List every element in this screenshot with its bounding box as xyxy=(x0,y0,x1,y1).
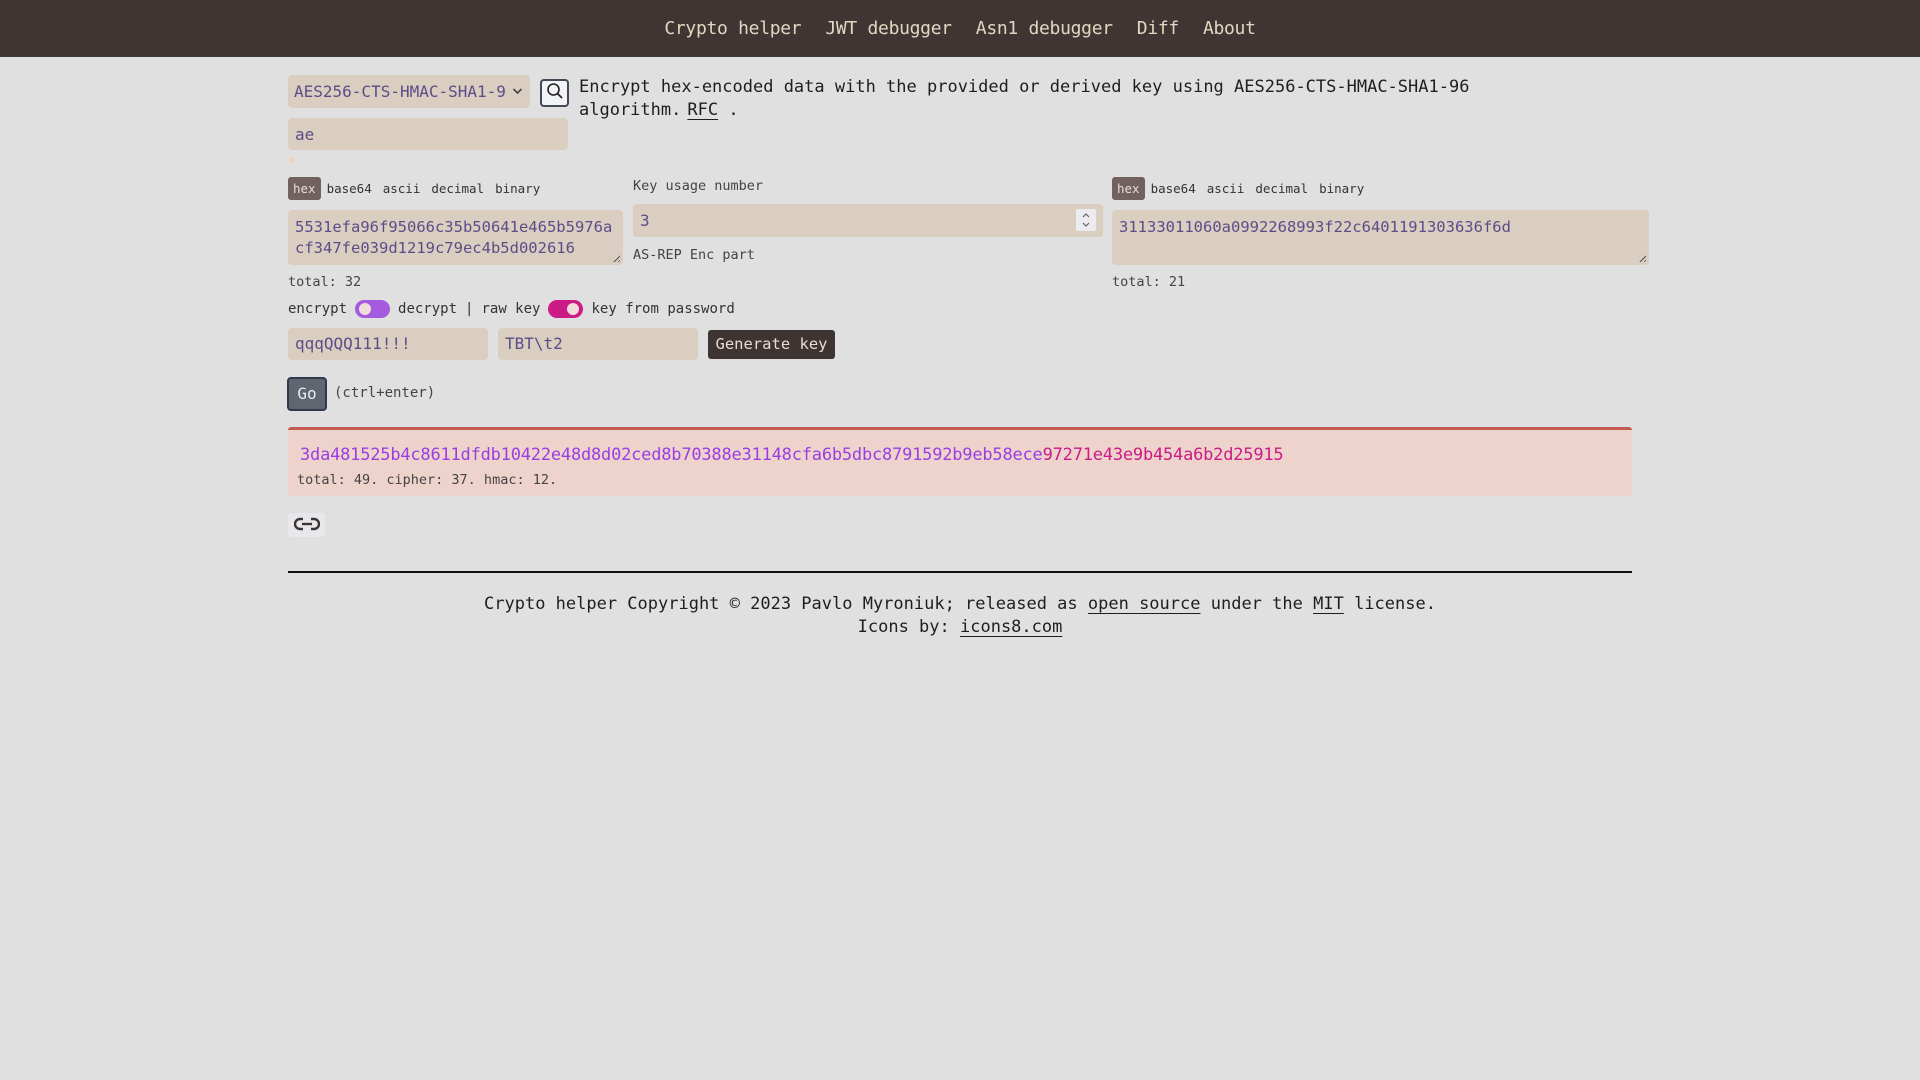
input-data-value: 5531efa96f95066c35b50641e465b5976acf347f… xyxy=(295,218,613,257)
result-hmac: 97271e43e9b454a6b2d25915 xyxy=(1042,445,1284,465)
input-format-ascii[interactable]: ascii xyxy=(378,177,426,200)
salt-input[interactable] xyxy=(498,328,698,360)
result-hex[interactable]: 3da481525b4c8611dfdb10422e48d8d02ced8b70… xyxy=(300,445,1284,465)
input-format-hex[interactable]: hex xyxy=(288,177,321,200)
chevron-down-icon xyxy=(512,75,523,108)
description-suffix: . xyxy=(728,100,739,120)
footer-copyright: Crypto helper Copyright © 2023 Pavlo Myr… xyxy=(484,594,1078,614)
generate-key-button[interactable]: Generate key xyxy=(708,330,835,359)
footer-line-2: Icons by: icons8.com xyxy=(0,616,1920,639)
payload-textarea[interactable]: 31133011060a0992268993f22c6401191303636f… xyxy=(1112,210,1649,265)
resize-handle[interactable] xyxy=(1637,253,1646,262)
separator: | xyxy=(465,301,474,317)
result-cipher: 3da481525b4c8611dfdb10422e48d8d02ced8b70… xyxy=(300,445,1043,465)
input-format-tabs: hex base64 ascii decimal binary xyxy=(288,177,546,200)
go-shortcut-hint: (ctrl+enter) xyxy=(334,385,436,401)
top-nav: Crypto helper JWT debugger Asn1 debugger… xyxy=(0,0,1920,57)
password-input[interactable] xyxy=(288,328,488,360)
output-format-decimal[interactable]: decimal xyxy=(1250,177,1313,200)
algorithm-search-button[interactable] xyxy=(540,79,569,107)
resize-handle[interactable] xyxy=(611,253,620,262)
result-box: 3da481525b4c8611dfdb10422e48d8d02ced8b70… xyxy=(288,427,1632,496)
mode-toggles: encrypt decrypt | raw key key from passw… xyxy=(288,300,735,318)
nav-jwt-debugger[interactable]: JWT debugger xyxy=(825,18,952,39)
algorithm-select[interactable]: AES256-CTS-HMAC-SHA1-96 xyxy=(288,75,530,108)
rfc-link[interactable]: RFC xyxy=(687,100,718,120)
algorithm-description: Encrypt hex-encoded data with the provid… xyxy=(579,76,1579,122)
input-total: total: 32 xyxy=(288,274,362,290)
toggle-knob xyxy=(567,303,580,315)
share-link-button[interactable] xyxy=(288,513,325,537)
result-meta: total: 49. cipher: 37. hmac: 12. xyxy=(297,472,558,488)
output-format-tabs: hex base64 ascii decimal binary xyxy=(1112,177,1370,200)
payload-total: total: 21 xyxy=(1112,274,1186,290)
output-format-hex[interactable]: hex xyxy=(1112,177,1145,200)
footer: Crypto helper Copyright © 2023 Pavlo Myr… xyxy=(0,593,1920,639)
nav-asn1-debugger[interactable]: Asn1 debugger xyxy=(976,18,1113,39)
nav-diff[interactable]: Diff xyxy=(1137,18,1179,39)
key-usage-value: 3 xyxy=(640,211,650,230)
key-source-toggle[interactable] xyxy=(548,300,584,318)
key-usage-hint: AS-REP Enc part xyxy=(633,247,755,263)
output-format-base64[interactable]: base64 xyxy=(1146,177,1201,200)
encrypt-label: encrypt xyxy=(288,301,348,317)
footer-text: under the xyxy=(1210,594,1303,614)
algorithm-selected-value: AES256-CTS-HMAC-SHA1-96 xyxy=(294,82,506,101)
go-button[interactable]: Go xyxy=(287,377,327,411)
footer-icons-by: Icons by: xyxy=(857,617,950,637)
raw-key-label: raw key xyxy=(481,301,541,317)
output-format-binary[interactable]: binary xyxy=(1314,177,1369,200)
key-usage-label: Key usage number xyxy=(633,178,764,194)
open-source-link[interactable]: open source xyxy=(1088,594,1201,614)
payload-value: 31133011060a0992268993f22c6401191303636f… xyxy=(1119,218,1511,236)
input-format-binary[interactable]: binary xyxy=(490,177,545,200)
footer-line-1: Crypto helper Copyright © 2023 Pavlo Myr… xyxy=(0,593,1920,616)
icons8-link[interactable]: icons8.com xyxy=(960,617,1062,637)
nav-about[interactable]: About xyxy=(1203,18,1256,39)
input-format-decimal[interactable]: decimal xyxy=(426,177,489,200)
search-icon xyxy=(546,82,564,104)
number-spinner[interactable] xyxy=(1076,209,1096,231)
key-usage-input[interactable]: 3 xyxy=(633,204,1103,237)
key-input[interactable] xyxy=(288,118,568,150)
output-format-ascii[interactable]: ascii xyxy=(1202,177,1250,200)
input-data-textarea[interactable]: 5531efa96f95066c35b50641e465b5976acf347f… xyxy=(288,210,623,265)
encrypt-decrypt-toggle[interactable] xyxy=(355,300,391,318)
key-from-password-label: key from password xyxy=(591,301,735,317)
link-icon xyxy=(293,516,320,535)
key-validity-indicator xyxy=(289,157,295,163)
toggle-knob xyxy=(359,303,372,315)
input-format-base64[interactable]: base64 xyxy=(322,177,377,200)
footer-text: license. xyxy=(1354,594,1436,614)
footer-divider xyxy=(288,571,1632,573)
nav-crypto-helper[interactable]: Crypto helper xyxy=(664,18,801,39)
mit-license-link[interactable]: MIT xyxy=(1313,594,1344,614)
decrypt-label: decrypt xyxy=(398,301,458,317)
